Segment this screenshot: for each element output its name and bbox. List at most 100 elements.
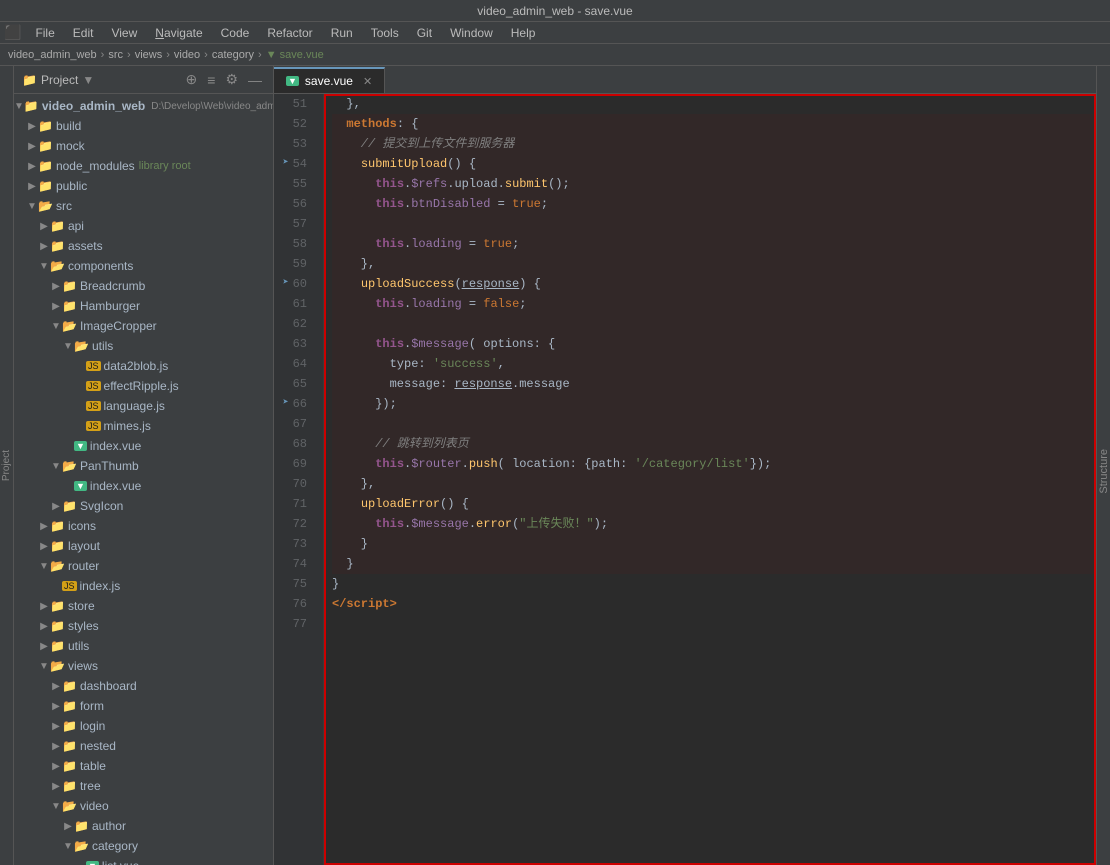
folder-icon-layout: 📁	[50, 539, 65, 553]
tree-item-public[interactable]: ▶ 📁 public	[14, 176, 273, 196]
line-num-76: 76	[274, 594, 315, 614]
tree-arrow-table: ▶	[50, 761, 62, 772]
line-num-72: 72	[274, 514, 315, 534]
code-line-62	[332, 314, 1096, 334]
tree-item-nested[interactable]: ▶ 📁 nested	[14, 736, 273, 756]
code-line-73: }	[332, 534, 1096, 554]
menu-file[interactable]: File	[27, 24, 62, 42]
breadcrumb-views[interactable]: views	[135, 49, 163, 61]
line-num-68: 68	[274, 434, 315, 454]
tree-item-index-vue-1[interactable]: ▶ ▼ index.vue	[14, 436, 273, 456]
menu-git[interactable]: Git	[409, 24, 440, 42]
folder-icon-breadcrumb: 📁	[62, 279, 77, 293]
tree-item-build[interactable]: ▶ 📁 build	[14, 116, 273, 136]
code-line-61: this.loading = false;	[332, 294, 1096, 314]
tree-item-language[interactable]: ▶ JS language.js	[14, 396, 273, 416]
tree-item-router[interactable]: ▼ 📂 router	[14, 556, 273, 576]
menu-run[interactable]: Run	[323, 24, 361, 42]
code-editor[interactable]: }, methods: { // 提交到上传文件到服务器 submitUploa…	[324, 94, 1096, 865]
sidebar-action-settings[interactable]: ⚙	[222, 70, 241, 89]
tree-item-index-vue-2[interactable]: ▶ ▼ index.vue	[14, 476, 273, 496]
tree-item-imagecropper[interactable]: ▼ 📂 ImageCropper	[14, 316, 273, 336]
tree-item-video[interactable]: ▼ 📂 video	[14, 796, 273, 816]
tree-item-panthumb[interactable]: ▼ 📂 PanThumb	[14, 456, 273, 476]
tree-item-node-modules[interactable]: ▶ 📁 node_modules library root	[14, 156, 273, 176]
js-icon-language: JS	[86, 401, 101, 411]
folder-icon-build: 📁	[38, 119, 53, 133]
menu-code[interactable]: Code	[213, 24, 258, 42]
tree-label-svgicon: SvgIcon	[80, 499, 123, 513]
tree-item-author[interactable]: ▶ 📁 author	[14, 816, 273, 836]
tree-item-dashboard[interactable]: ▶ 📁 dashboard	[14, 676, 273, 696]
menu-help[interactable]: Help	[503, 24, 544, 42]
tab-close-icon[interactable]: ✕	[363, 75, 372, 88]
line-num-67: 67	[274, 414, 315, 434]
code-line-56: this.btnDisabled = true;	[332, 194, 1096, 214]
app-icon: ⬛	[4, 24, 21, 41]
sidebar-action-collapse[interactable]: ≡	[204, 71, 218, 89]
tree-item-components[interactable]: ▼ 📂 components	[14, 256, 273, 276]
tree-item-utils[interactable]: ▼ 📂 utils	[14, 336, 273, 356]
tree-item-data2blob[interactable]: ▶ JS data2blob.js	[14, 356, 273, 376]
tree-item-hamburger[interactable]: ▶ 📁 Hamburger	[14, 296, 273, 316]
sidebar-action-close[interactable]: —	[245, 71, 265, 89]
vue-icon-list: ▼	[86, 861, 99, 865]
tree-item-src[interactable]: ▼ 📂 src	[14, 196, 273, 216]
tree-item-tree[interactable]: ▶ 📁 tree	[14, 776, 273, 796]
tree-item-mock[interactable]: ▶ 📁 mock	[14, 136, 273, 156]
tree-label-table: table	[80, 759, 106, 773]
tree-item-store[interactable]: ▶ 📁 store	[14, 596, 273, 616]
tree-arrow-video: ▼	[50, 801, 62, 812]
tree-item-category[interactable]: ▼ 📂 category	[14, 836, 273, 856]
folder-icon-svgicon: 📁	[62, 499, 77, 513]
tree-item-utils2[interactable]: ▶ 📁 utils	[14, 636, 273, 656]
tree-item-mimes[interactable]: ▶ JS mimes.js	[14, 416, 273, 436]
tree-label-mimes: mimes.js	[104, 419, 151, 433]
breadcrumb-category[interactable]: category	[212, 49, 254, 61]
folder-icon-assets: 📁	[50, 239, 65, 253]
menu-window[interactable]: Window	[442, 24, 501, 42]
tree-item-form[interactable]: ▶ 📁 form	[14, 696, 273, 716]
tree-item-effectripple[interactable]: ▶ JS effectRipple.js	[14, 376, 273, 396]
menu-edit[interactable]: Edit	[65, 24, 102, 42]
tree-item-table[interactable]: ▶ 📁 table	[14, 756, 273, 776]
tree-item-index-js[interactable]: ▶ JS index.js	[14, 576, 273, 596]
tree-item-login[interactable]: ▶ 📁 login	[14, 716, 273, 736]
tree-label-language: language.js	[104, 399, 165, 413]
editor-area: ▼ save.vue ✕ 51 52 53 ➤ 54	[274, 66, 1096, 865]
line-num-57: 57	[274, 214, 315, 234]
code-line-63: this.$message( options: {	[332, 334, 1096, 354]
folder-icon-nested: 📁	[62, 739, 77, 753]
breadcrumb-project[interactable]: video_admin_web	[8, 49, 97, 61]
tree-item-breadcrumb[interactable]: ▶ 📁 Breadcrumb	[14, 276, 273, 296]
sidebar-action-scope[interactable]: ⊕	[183, 70, 201, 89]
breadcrumb-src[interactable]: src	[108, 49, 123, 61]
tree-path: D:\Develop\Web\video_admin_web	[151, 101, 273, 112]
line-num-65: 65	[274, 374, 315, 394]
menu-tools[interactable]: Tools	[363, 24, 407, 42]
sidebar-title-text: Project	[41, 73, 78, 87]
folder-icon-styles: 📁	[50, 619, 65, 633]
menu-navigate[interactable]: Navigate	[147, 24, 210, 42]
breadcrumb-file[interactable]: ▼ save.vue	[266, 49, 324, 61]
tree-item-api[interactable]: ▶ 📁 api	[14, 216, 273, 236]
tree-item-root[interactable]: ▼ 📁 video_admin_web D:\Develop\Web\video…	[14, 96, 273, 116]
tree-item-list-vue[interactable]: ▶ ▼ list.vue	[14, 856, 273, 865]
tree-arrow-components: ▼	[38, 261, 50, 272]
tree-item-styles[interactable]: ▶ 📁 styles	[14, 616, 273, 636]
tree-arrow-utils2: ▶	[38, 641, 50, 652]
code-line-59: },	[332, 254, 1096, 274]
menu-view[interactable]: View	[103, 24, 145, 42]
tree-item-icons[interactable]: ▶ 📁 icons	[14, 516, 273, 536]
tree-item-svgicon[interactable]: ▶ 📁 SvgIcon	[14, 496, 273, 516]
menu-refactor[interactable]: Refactor	[259, 24, 320, 42]
line-num-54: ➤ 54	[274, 154, 315, 174]
tree-arrow-category: ▼	[62, 841, 74, 852]
breadcrumb-video[interactable]: video	[174, 49, 200, 61]
tree-item-views[interactable]: ▼ 📂 views	[14, 656, 273, 676]
tree-item-layout[interactable]: ▶ 📁 layout	[14, 536, 273, 556]
tab-save-vue[interactable]: ▼ save.vue ✕	[274, 67, 385, 93]
tree-item-assets[interactable]: ▶ 📁 assets	[14, 236, 273, 256]
tree-label-index-vue-2: index.vue	[90, 479, 141, 493]
tree-label-components: components	[68, 259, 133, 273]
